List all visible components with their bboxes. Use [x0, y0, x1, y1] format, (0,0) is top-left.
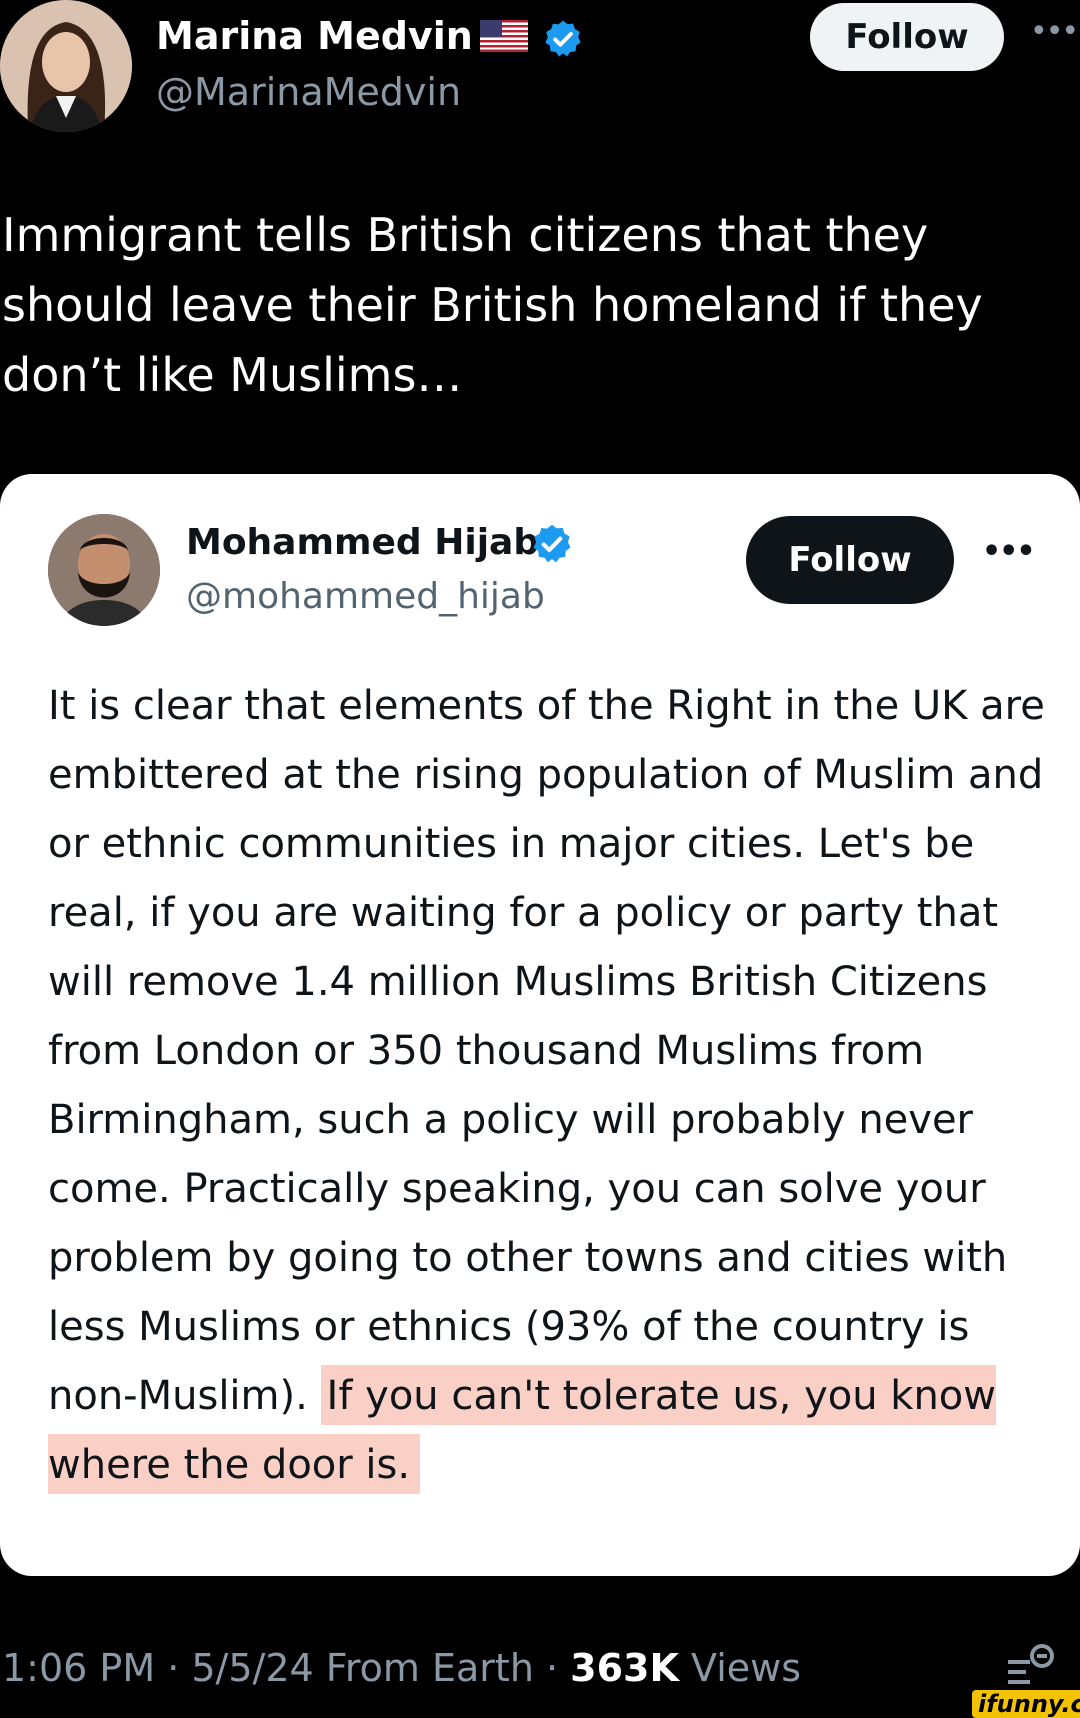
tweet-metadata: 1:06 PM · 5/5/24 From Earth · 363K Views: [2, 1646, 801, 1690]
avatar-portrait-icon: [0, 0, 132, 132]
tweet-text: Immigrant tells British citizens that th…: [2, 208, 983, 402]
verified-badge-icon: [533, 524, 571, 563]
follow-button[interactable]: Follow: [810, 3, 1004, 71]
quoted-follow-button: Follow: [746, 516, 954, 604]
avatar-portrait-icon: [48, 514, 160, 626]
separator: ·: [533, 1646, 571, 1690]
author-handle[interactable]: @MarinaMedvin: [156, 70, 461, 114]
separator: ·: [155, 1646, 192, 1690]
quoted-more-options-icon: •••: [982, 534, 1036, 569]
views-label: Views: [691, 1646, 802, 1690]
quoted-post-body: It is clear that elements of the Right i…: [48, 672, 1058, 1500]
verified-badge-icon: [545, 20, 581, 57]
author-avatar[interactable]: [0, 0, 132, 132]
analytics-icon[interactable]: [1004, 1640, 1058, 1694]
author-name[interactable]: Marina Medvin: [156, 14, 473, 58]
post-date[interactable]: 5/5/24: [191, 1646, 313, 1690]
quoted-author-avatar: [48, 514, 160, 626]
quoted-post-text: It is clear that elements of the Right i…: [48, 683, 1045, 1419]
quoted-post-screenshot[interactable]: Mohammed Hijab @mohammed_hijab Follow ••…: [0, 474, 1080, 1576]
post-source: From Earth: [325, 1646, 534, 1690]
us-flag-icon: [480, 20, 528, 52]
quoted-author-handle: @mohammed_hijab: [186, 576, 545, 617]
ifunny-watermark: ifunny.co: [972, 1690, 1080, 1718]
views-count: 363K: [570, 1646, 679, 1690]
more-options-icon[interactable]: •••: [1030, 14, 1079, 49]
quoted-author-name: Mohammed Hijab: [186, 522, 540, 563]
post-time[interactable]: 1:06 PM: [2, 1646, 155, 1690]
